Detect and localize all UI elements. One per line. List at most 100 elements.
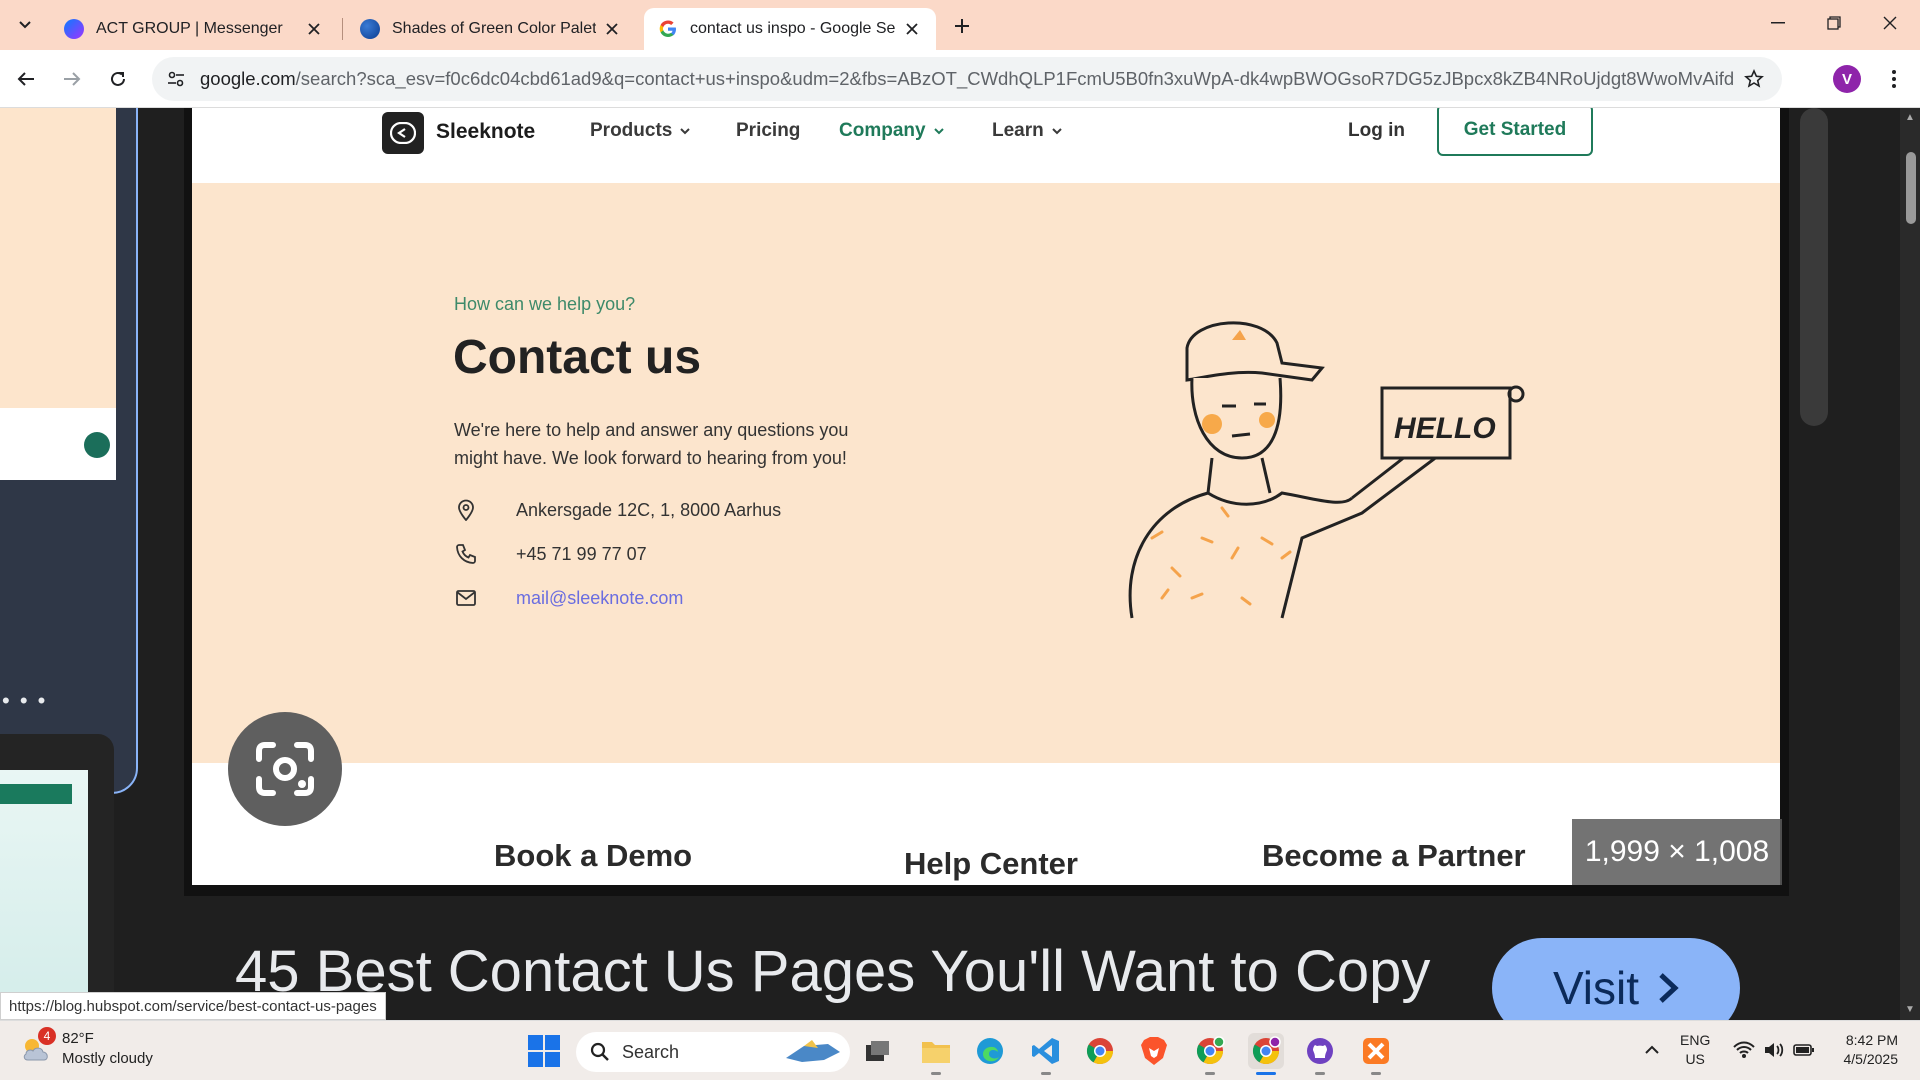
minimize-button[interactable]: [1750, 0, 1806, 46]
clock-time: 8:42 PM: [1845, 1032, 1898, 1048]
panel-scroll-track[interactable]: [1800, 108, 1828, 426]
scroll-down-icon[interactable]: ▼: [1904, 1004, 1916, 1016]
phone-text: +45 71 99 77 07: [516, 543, 647, 564]
result-thumbnail[interactable]: [0, 734, 114, 1020]
scrollbar-thumb[interactable]: [1906, 152, 1916, 224]
tab-google-search[interactable]: contact us inspo - Google Search: [644, 8, 936, 50]
chrome-icon: [1086, 1038, 1114, 1065]
task-view-button[interactable]: [860, 1033, 896, 1069]
keyboard-region: US: [1685, 1051, 1705, 1067]
close-tab-icon[interactable]: [602, 19, 622, 39]
search-icon: [590, 1042, 609, 1061]
wifi-icon[interactable]: [1730, 1035, 1758, 1065]
hello-text: HELLO: [1394, 412, 1496, 445]
arrow-right-icon: [64, 72, 81, 86]
mail-icon: [454, 586, 478, 610]
chrome-icon: [1196, 1036, 1225, 1065]
reload-icon: [111, 71, 125, 86]
bookmark-star-button[interactable]: [1734, 59, 1774, 99]
avatar-initial: V: [1841, 70, 1852, 88]
volume-icon[interactable]: [1760, 1035, 1788, 1065]
url-path: /search?sca_esv=f0c6dc04cbd61ad9&q=conta…: [295, 68, 1734, 89]
tab-green-palettes[interactable]: Shades of Green Color Palettes: [346, 8, 636, 50]
weather-widget[interactable]: 4 82°F Mostly cloudy: [20, 1027, 153, 1069]
start-button[interactable]: [528, 1035, 560, 1067]
nav-company: Company: [839, 120, 944, 142]
reload-button[interactable]: [100, 61, 136, 97]
battery-icon[interactable]: [1790, 1035, 1818, 1065]
browser-menu-button[interactable]: [1878, 63, 1910, 95]
nav-label: Learn: [992, 120, 1044, 141]
edge-icon: [977, 1038, 1003, 1064]
visit-label: Visit: [1552, 962, 1640, 1014]
language-code: ENG: [1680, 1032, 1711, 1048]
phone-icon: [454, 542, 478, 566]
forward-button[interactable]: [54, 61, 90, 97]
scroll-up-icon[interactable]: ▲: [1904, 112, 1916, 124]
taskbar-brave[interactable]: [1136, 1033, 1172, 1069]
image-preview-panel: Sleeknote Products Pricing Company Learn…: [184, 108, 1789, 896]
taskbar-xampp[interactable]: [1358, 1033, 1394, 1075]
back-button[interactable]: [8, 61, 44, 97]
url-text: google.com/search?sca_esv=f0c6dc04cbd61a…: [200, 68, 1734, 90]
thumbnail-image: [0, 108, 116, 408]
weather-desc: Mostly cloudy: [62, 1050, 153, 1067]
close-window-button[interactable]: [1862, 0, 1918, 46]
preview-image[interactable]: Sleeknote Products Pricing Company Learn…: [192, 108, 1780, 885]
search-results-page: • • • Sleeknote Products Pricing Company…: [0, 108, 1920, 1020]
restore-button[interactable]: [1806, 0, 1862, 46]
help-question: How can we help you?: [454, 294, 636, 314]
running-indicator: [1315, 1072, 1325, 1075]
close-tab-icon[interactable]: [304, 19, 324, 39]
thumbnail-image: [0, 784, 72, 804]
profile-avatar[interactable]: V: [1833, 65, 1861, 93]
taskbar-file-explorer[interactable]: [918, 1033, 954, 1075]
status-bar-url: https://blog.hubspot.com/service/best-co…: [0, 992, 386, 1020]
language-indicator[interactable]: ENG US: [1680, 1031, 1710, 1069]
close-icon: [1883, 16, 1897, 30]
nav-label: Products: [590, 120, 673, 141]
restore-icon: [1827, 16, 1841, 30]
arrow-left-icon: [17, 72, 34, 86]
taskbar-vscode[interactable]: [1028, 1033, 1064, 1075]
taskbar-chrome-active[interactable]: [1248, 1033, 1284, 1075]
kebab-menu-icon: [1892, 70, 1896, 88]
close-tab-icon[interactable]: [902, 19, 922, 39]
nav-learn: Learn: [992, 120, 1062, 142]
nav-pricing: Pricing: [736, 120, 800, 142]
card-help-center: Help Center: [904, 846, 1078, 881]
show-hidden-icons-button[interactable]: [1640, 1035, 1664, 1065]
taskbar-search[interactable]: Search: [576, 1032, 850, 1072]
previous-result-thumbnail[interactable]: • • •: [0, 108, 138, 794]
page-scrollbar[interactable]: ▲ ▼: [1900, 108, 1920, 1020]
taskbar-chrome[interactable]: [1082, 1033, 1118, 1069]
result-title[interactable]: 45 Best Contact Us Pages You'll Want to …: [235, 938, 1430, 1005]
star-icon: [1744, 69, 1764, 88]
card-book-demo: Book a Demo: [494, 838, 693, 873]
tab-search-button[interactable]: [8, 9, 42, 41]
tab-title: contact us inspo - Google Search: [690, 20, 896, 37]
image-dimensions-badge: 1,999 × 1,008: [1572, 819, 1782, 885]
taskbar-github[interactable]: [1302, 1033, 1338, 1075]
visit-button[interactable]: Visit: [1492, 938, 1740, 1020]
site-logo-icon: [84, 432, 110, 458]
weather-badge: 4: [38, 1027, 56, 1045]
taskbar-chrome-profile-2[interactable]: [1192, 1033, 1228, 1075]
running-indicator: [1205, 1072, 1215, 1075]
tab-messenger[interactable]: ACT GROUP | Messenger: [50, 8, 338, 50]
more-dots-icon[interactable]: • • •: [2, 688, 47, 714]
system-clock[interactable]: 8:42 PM 4/5/2025: [1826, 1031, 1899, 1069]
site-navbar: Sleeknote Products Pricing Company Learn…: [192, 108, 1780, 183]
folder-icon: [922, 1042, 950, 1063]
running-indicator: [1041, 1072, 1051, 1075]
google-lens-button[interactable]: [228, 712, 342, 826]
taskbar-edge[interactable]: [972, 1033, 1008, 1069]
new-tab-button[interactable]: [946, 10, 978, 42]
clock-date: 4/5/2025: [1843, 1051, 1899, 1067]
address-bar[interactable]: google.com/search?sca_esv=f0c6dc04cbd61a…: [152, 57, 1782, 101]
address-text: Ankersgade 12C, 1, 8000 Aarhus: [516, 499, 782, 520]
windows-logo-icon: [528, 1035, 543, 1050]
hello-sign-illustration: HELLO: [1128, 321, 1525, 619]
tab-separator: [342, 18, 343, 40]
site-info-icon[interactable]: [156, 59, 196, 99]
